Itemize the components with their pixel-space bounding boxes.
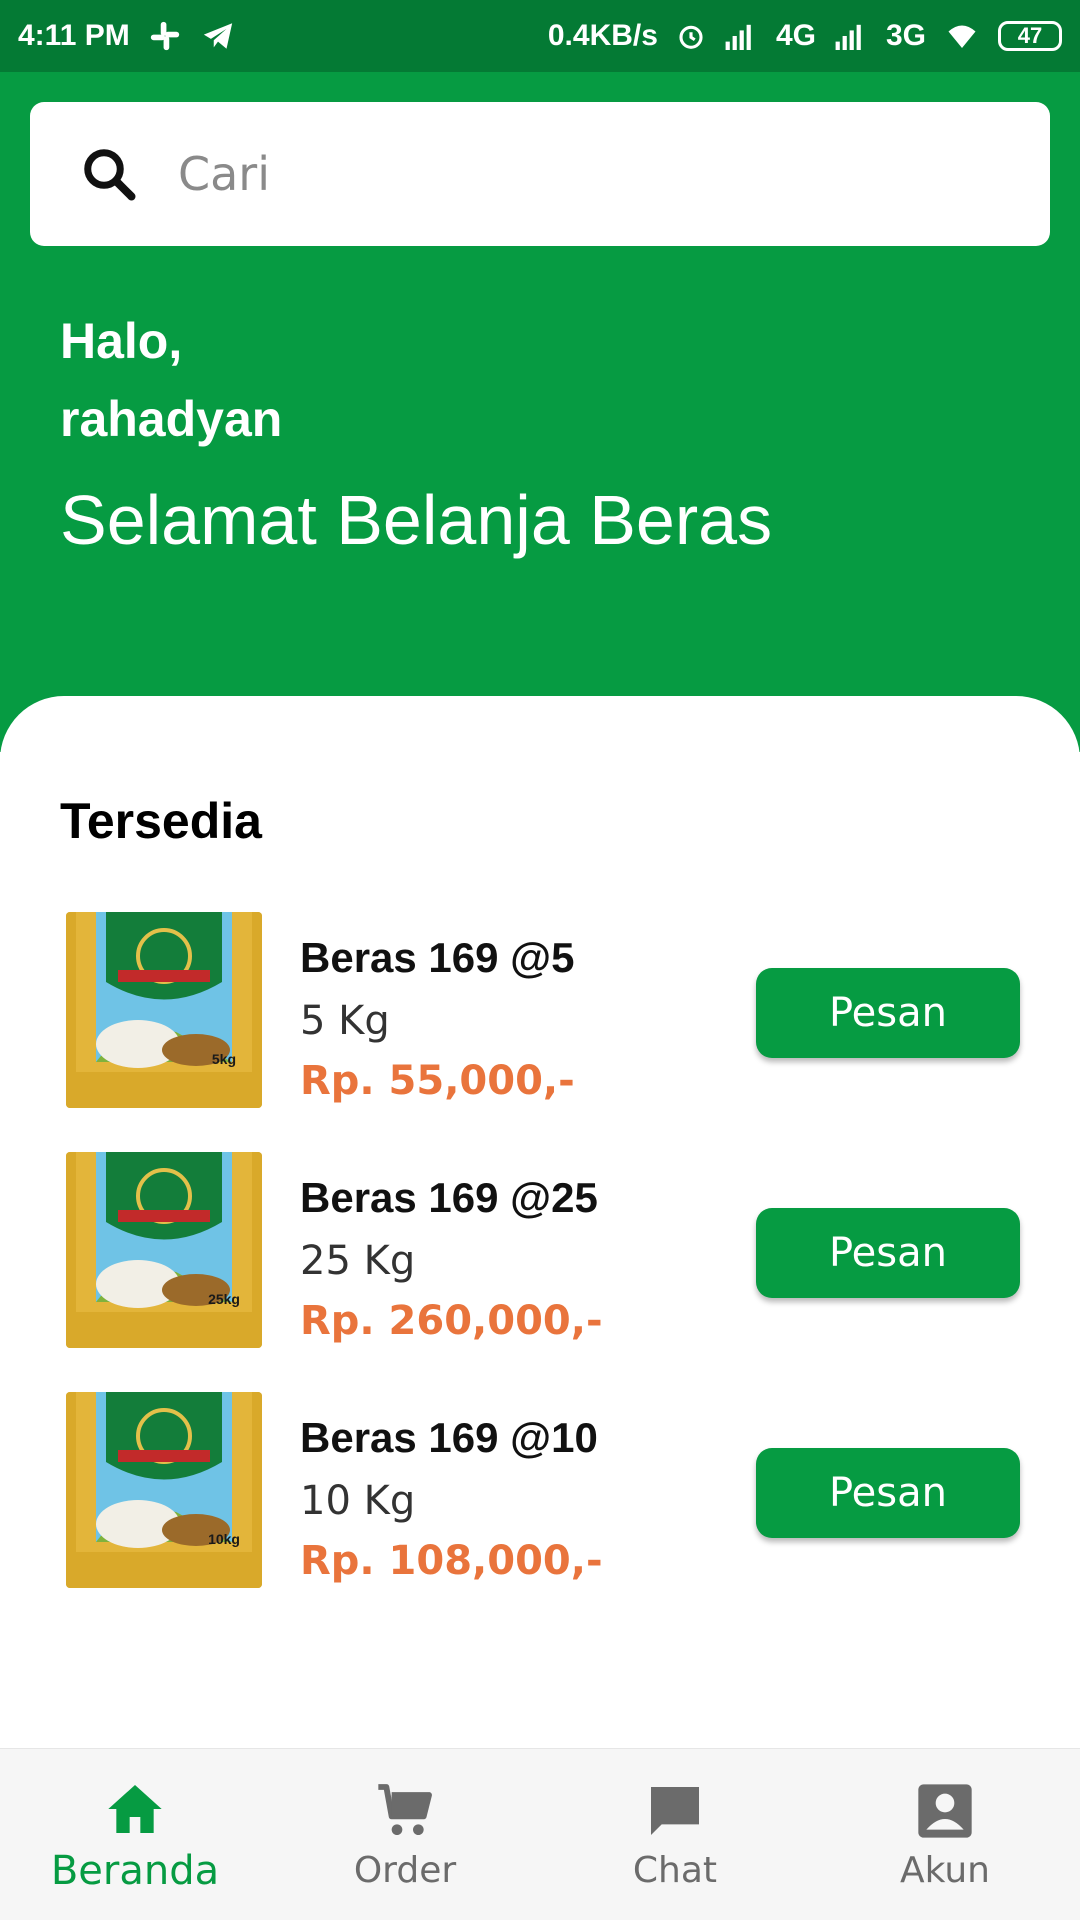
search-bar[interactable] [30,102,1050,246]
pack-label: 5kg [212,1051,236,1067]
product-image: 10kg [66,1392,262,1588]
product-image: 25kg [66,1152,262,1348]
app-screen: 4:11 PM 0.4KB/s 4G 3G 47 Cari Halo, raha… [0,0,1080,1920]
account-icon [912,1778,978,1844]
telegram-icon [200,19,236,53]
status-bar: 4:11 PM 0.4KB/s 4G 3G 47 [0,0,1080,72]
nav-item-akun[interactable]: Akun [810,1749,1080,1920]
alarm-icon [676,21,706,51]
nav-item-order[interactable]: Order [270,1749,540,1920]
wifi-icon [944,21,980,51]
product-item: 5kg Beras 169 @5 5 Kg Rp. 55,000,- Pesan [0,898,1080,1118]
product-name: Beras 169 @10 [300,1414,598,1461]
signal-icon [724,22,758,50]
signal-icon [834,22,868,50]
network-type-2: 3G [885,19,926,52]
nav-label: Order [353,1850,457,1891]
product-name: Beras 169 @25 [300,1174,598,1221]
cart-icon [372,1778,438,1844]
status-time: 4:11 PM [18,19,130,52]
product-image: 5kg [66,912,262,1108]
content-card: Tersedia 5kg Beras 169 @5 5 Kg Rp. 55,00… [0,696,1080,1750]
product-item: 25kg Beras 169 @25 25 Kg Rp. 260,000,- P… [0,1138,1080,1358]
product-item: 10kg Beras 169 @10 10 Kg Rp. 108,000,- P… [0,1378,1080,1598]
network-speed: 0.4KB/s [547,19,658,52]
product-name: Beras 169 @5 [300,934,575,981]
order-button[interactable]: Pesan [756,1448,1020,1538]
battery-level: 47 [1017,23,1043,48]
greeting-subtitle: Selamat Belanja Beras [60,481,773,559]
greeting-username: rahadyan [60,391,283,447]
search-input[interactable] [178,147,938,201]
order-button[interactable]: Pesan [756,1208,1020,1298]
nav-label: Chat [632,1850,718,1891]
product-price: Rp. 108,000,- [300,1538,603,1584]
product-weight: 25 Kg [300,1238,416,1284]
pack-label: 25kg [208,1291,240,1307]
nav-item-beranda[interactable]: Beranda [0,1749,270,1920]
home-icon [102,1776,168,1842]
network-type-1: 4G [775,19,816,52]
bottom-navigation: Beranda Order Chat Akun [0,1748,1080,1920]
search-icon[interactable] [74,139,144,209]
product-weight: 5 Kg [300,998,390,1044]
greeting-hello: Halo, [60,313,183,369]
order-button[interactable]: Pesan [756,968,1020,1058]
section-title: Tersedia [60,793,262,849]
product-price: Rp. 260,000,- [300,1298,603,1344]
nav-item-chat[interactable]: Chat [540,1749,810,1920]
chat-icon [642,1778,708,1844]
product-weight: 10 Kg [300,1478,416,1524]
nav-label: Akun [900,1850,990,1891]
slack-icon [148,19,182,53]
battery-icon: 47 [998,21,1062,51]
nav-label: Beranda [50,1847,220,1894]
pack-label: 10kg [208,1531,240,1547]
product-price: Rp. 55,000,- [300,1058,575,1104]
